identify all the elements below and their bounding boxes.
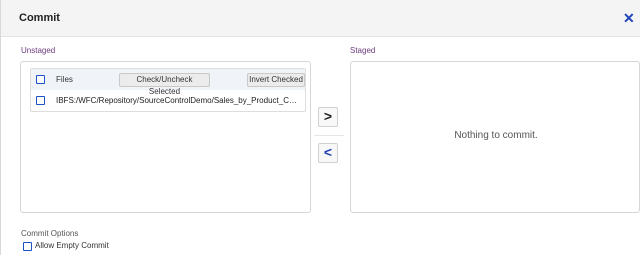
file-path: IBFS:/WFC/Repository/SourceControlDemo/S…	[56, 96, 301, 105]
close-icon[interactable]: ✕	[623, 11, 635, 25]
unstaged-file-table: Files Check/Uncheck Selected Invert Chec…	[30, 68, 306, 112]
allow-empty-commit-label: Allow Empty Commit	[35, 241, 109, 250]
staged-panel: Nothing to commit.	[350, 61, 640, 213]
stage-button[interactable]: >	[318, 107, 338, 127]
table-row[interactable]: IBFS:/WFC/Repository/SourceControlDemo/S…	[31, 90, 305, 111]
unstaged-label: Unstaged	[21, 46, 56, 55]
unstaged-panel: Files Check/Uncheck Selected Invert Chec…	[20, 61, 311, 213]
commit-dialog: Commit ✕ Unstaged Staged Files Check/Unc…	[0, 0, 640, 255]
allow-empty-commit-checkbox[interactable]	[23, 242, 32, 251]
check-uncheck-selected-button[interactable]: Check/Uncheck Selected	[119, 73, 210, 96]
commit-options-label: Commit Options	[21, 229, 79, 238]
invert-checked-button[interactable]: Invert Checked	[247, 73, 305, 87]
select-all-checkbox[interactable]	[36, 75, 45, 84]
dialog-title-bar: Commit ✕	[1, 0, 640, 37]
file-checkbox[interactable]	[36, 96, 45, 105]
dialog-title: Commit	[19, 12, 60, 24]
transfer-divider	[314, 135, 344, 136]
files-column-label: Files	[56, 75, 73, 84]
unstage-button[interactable]: <	[318, 143, 338, 163]
staged-label: Staged	[350, 46, 376, 55]
empty-staged-message: Nothing to commit.	[454, 130, 538, 141]
table-header: Files Check/Uncheck Selected Invert Chec…	[31, 69, 305, 96]
